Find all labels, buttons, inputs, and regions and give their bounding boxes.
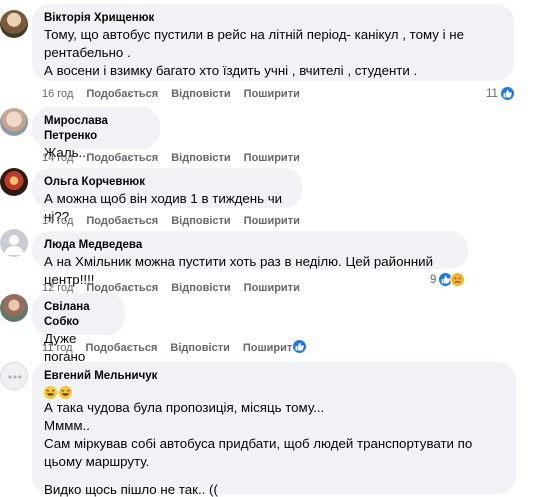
sad-icon <box>450 272 466 287</box>
default-avatar-icon <box>8 375 22 379</box>
comment-text-line-3: Сам міркував собі автобуса придбати, щоб… <box>44 436 473 469</box>
reply-button[interactable]: Відповісти <box>170 342 229 354</box>
comment-author[interactable]: Люда Медведева <box>44 238 456 253</box>
comment-actions: 14 год Подобається Відповісти Поширити <box>42 152 313 164</box>
comment-bubble: Ольга Корчевнюк А можна щоб він ходив 1 … <box>32 168 302 224</box>
comment-bubble: Люда Медведева А на Хмільник можна пусти… <box>32 231 468 287</box>
comment-author[interactable]: Евгений Мельничук <box>44 369 504 384</box>
share-button[interactable]: Поширити <box>243 342 299 354</box>
comment-author[interactable]: Мирослава Петренко <box>44 114 148 144</box>
comment-bubble: Евгений Мельничук А така чудова була про… <box>32 362 516 497</box>
emoji-row <box>44 386 504 399</box>
comment-text-line-4: Видко щось пішло не так.. (( <box>44 482 218 497</box>
like-button[interactable]: Подобається <box>86 215 158 227</box>
comment-time[interactable]: 14 год <box>42 215 73 227</box>
laughing-emoji-icon <box>59 386 72 399</box>
reaction-count: 11 <box>486 87 498 100</box>
avatar[interactable] <box>0 108 28 136</box>
like-button[interactable]: Подобається <box>86 88 158 100</box>
avatar[interactable] <box>0 294 28 322</box>
share-button[interactable]: Поширити <box>244 282 300 294</box>
comment-actions: 14 год Подобається Відповісти Поширити <box>42 215 313 227</box>
avatar[interactable] <box>0 168 28 196</box>
comment-author[interactable]: Вікторія Хрищенюк <box>44 11 502 26</box>
comment-text-line-1: А така чудова була пропозиція, місяць то… <box>44 400 325 415</box>
like-icon <box>499 86 515 101</box>
reply-button[interactable]: Відповісти <box>171 88 230 100</box>
comment-actions: 16 год Подобається Відповісти Поширити <box>42 88 313 100</box>
comment-bubble: Мирослава Петренко Жаль... <box>32 107 160 160</box>
like-button[interactable]: Подобається <box>86 342 158 354</box>
reaction-summary[interactable]: 9 <box>430 272 466 287</box>
avatar[interactable] <box>0 229 28 257</box>
comment-text: Тому, що автобус пустили в рейс на літні… <box>44 27 464 78</box>
reaction-count: 9 <box>430 273 437 286</box>
reply-button[interactable]: Відповісти <box>171 215 230 227</box>
comment-bubble: Свілана Собко Дуже погано <box>32 293 125 364</box>
comment-bubble: Вікторія Хрищенюк Тому, що автобус пусти… <box>32 4 514 81</box>
default-avatar-icon <box>4 235 24 255</box>
comment-time[interactable]: 14 год <box>42 152 73 164</box>
comment-author[interactable]: Свілана Собко <box>44 300 113 330</box>
share-button[interactable]: Поширити <box>244 215 300 227</box>
reply-button[interactable]: Відповісти <box>171 282 230 294</box>
comment-time[interactable]: 11 год <box>42 342 73 354</box>
comment-author[interactable]: Ольга Корчевнюк <box>44 175 290 190</box>
share-button[interactable]: Поширити <box>244 152 300 164</box>
avatar[interactable] <box>0 362 28 390</box>
laughing-emoji-icon <box>44 386 57 399</box>
reaction-summary[interactable]: 11 <box>486 86 515 101</box>
comment-actions: 11 год Подобається Відповісти Поширити <box>42 342 312 354</box>
comment-time[interactable]: 16 год <box>42 88 73 100</box>
like-button[interactable]: Подобається <box>86 152 158 164</box>
comment-text-line-2: Мммм.. <box>44 418 90 433</box>
like-icon <box>292 339 307 354</box>
avatar[interactable] <box>0 10 28 38</box>
reply-button[interactable]: Відповісти <box>171 152 230 164</box>
reaction-summary[interactable] <box>292 339 307 354</box>
share-button[interactable]: Поширити <box>244 88 300 100</box>
